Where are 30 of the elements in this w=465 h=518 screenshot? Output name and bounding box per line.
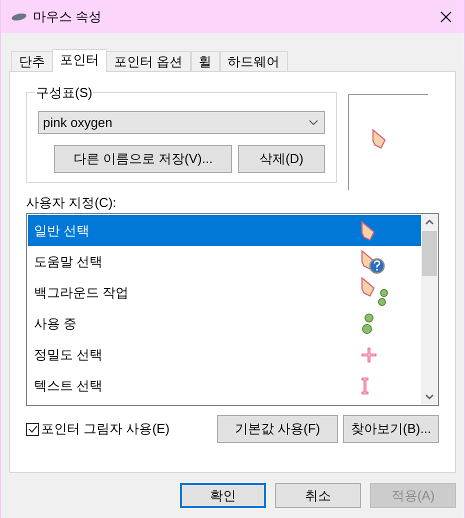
scrollbar[interactable] — [421, 214, 438, 405]
scheme-button[interactable]: 다른 이름으로 저장(V)... — [54, 145, 232, 173]
busy-pointer-icon — [361, 276, 389, 308]
check-icon — [28, 425, 38, 433]
scheme-button[interactable]: 삭제(D) — [238, 145, 325, 173]
tab[interactable]: 휠 — [190, 51, 220, 71]
scroll-thumb[interactable] — [422, 231, 437, 276]
close-icon[interactable] — [440, 10, 452, 22]
help-pointer-icon — [361, 250, 387, 274]
panel-button[interactable]: 찾아보기(B)... — [343, 415, 439, 443]
mouse-icon — [11, 12, 27, 20]
chevron-down-icon — [309, 120, 318, 125]
preview-pointer-icon — [372, 128, 386, 148]
pointer-icon — [361, 220, 375, 240]
scheme-dropdown[interactable]: pink oxygen — [38, 111, 325, 134]
checkbox[interactable] — [26, 422, 39, 436]
busy-icon — [361, 312, 375, 334]
crosshair-icon — [361, 346, 377, 362]
tab[interactable]: 단추 — [11, 51, 53, 71]
dialog-button[interactable]: 취소 — [275, 483, 361, 508]
checkbox-label[interactable]: 포인터 그림자 사용(E) — [41, 419, 170, 439]
tab[interactable]: 포인터 옵션 — [106, 51, 191, 71]
window-title: 마우스 속성 — [33, 8, 102, 26]
cursor-list-item[interactable]: 일반 선택 — [28, 215, 421, 246]
panel-button[interactable]: 기본값 사용(F) — [217, 415, 338, 443]
tab[interactable]: 하드웨어 — [220, 51, 288, 71]
tab[interactable]: 포인터 — [52, 49, 107, 72]
dialog-button[interactable]: 확인 — [180, 483, 266, 508]
customize-label: 사용자 지정(C): — [26, 194, 118, 212]
text-cursor-icon — [361, 376, 369, 394]
